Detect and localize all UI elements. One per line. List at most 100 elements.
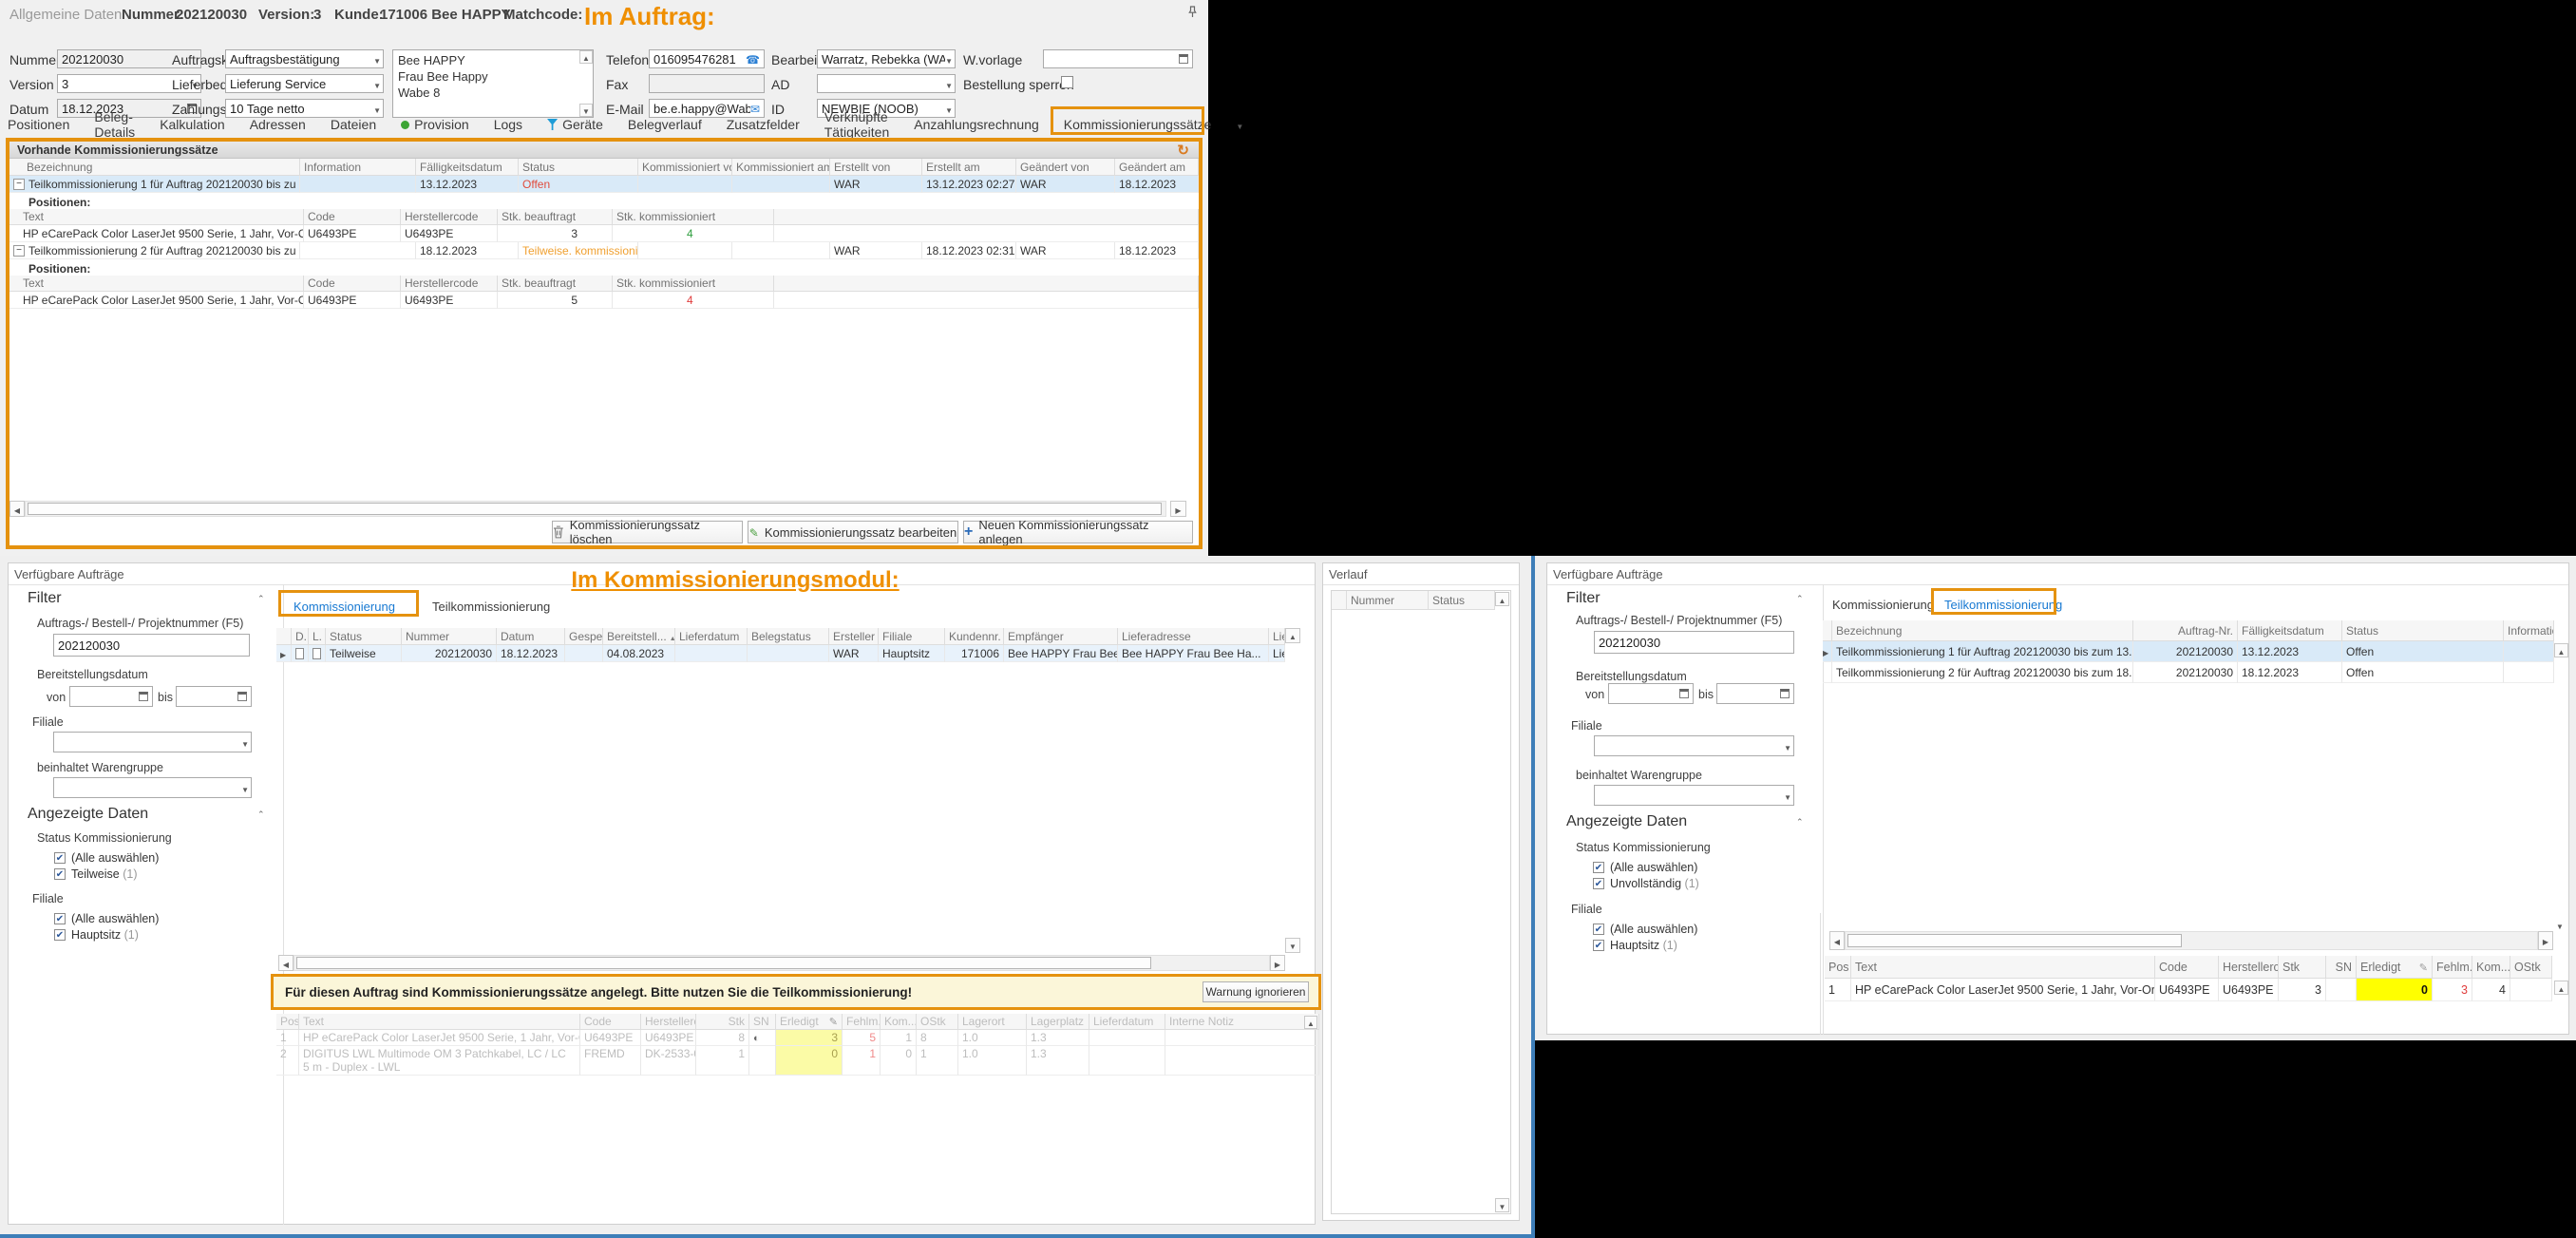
refresh-icon[interactable] [1177, 142, 1189, 160]
col-fehlmenge[interactable]: Fehlm... [843, 1014, 881, 1030]
warengruppe-filter-select[interactable] [1594, 785, 1794, 806]
edit-kommissionierungssatz-button[interactable]: Kommissionierungssatz bearbeiten [748, 521, 958, 543]
col-herstellercode[interactable]: Herstellercode [401, 209, 498, 225]
date-from-input[interactable] [1608, 683, 1694, 704]
col-erstellt-von[interactable]: Erstellt von [830, 159, 922, 176]
col-gesperrt[interactable]: Gespe... [565, 628, 603, 645]
tab-kalkulation[interactable]: Kalkulation [160, 117, 225, 132]
tab-beleg-details[interactable]: Beleg-Details [94, 109, 135, 140]
filiale-alle-checkbox[interactable] [54, 913, 66, 924]
lieferbed-select[interactable]: Lieferung Service [225, 74, 384, 93]
tab-belegverlauf[interactable]: Belegverlauf [628, 117, 702, 132]
col-belegstatus[interactable]: Belegstatus [748, 628, 829, 645]
col-erledigt[interactable]: Erledigt [776, 1014, 843, 1030]
telefon-input[interactable] [649, 49, 765, 68]
col-kommissioniert[interactable]: Kom... [2472, 956, 2510, 979]
table-row-teilkommissionierung-2[interactable]: Teilkommissionierung 2 für Auftrag 20212… [1823, 662, 2554, 683]
col-datum[interactable]: Datum [497, 628, 565, 645]
collapse-icon[interactable] [13, 245, 25, 257]
tab-zusatzfelder[interactable]: Zusatzfelder [727, 117, 800, 132]
col-herstellercode[interactable]: Herstellerc... [641, 1014, 696, 1030]
bestellung-sperren-checkbox[interactable] [1061, 76, 1073, 88]
collapse-chevron-icon[interactable]: ⌃ [1796, 817, 1804, 828]
col-bezeichnung[interactable]: Bezeichnung [1832, 620, 2133, 641]
col-stk-beauftragt[interactable]: Stk. beauftragt [498, 209, 613, 225]
col-kommissioniert-von[interactable]: Kommissioniert von [638, 159, 732, 176]
col-sn[interactable]: SN [749, 1014, 776, 1030]
col-nummer[interactable]: Nummer [402, 628, 497, 645]
col-geaendert-von[interactable]: Geändert von [1016, 159, 1115, 176]
table-row-position-1[interactable]: 1 HP eCarePack Color LaserJet 9500 Serie… [276, 1030, 1319, 1046]
column-filter-icon[interactable] [2556, 917, 2564, 934]
col-pos[interactable]: Pos [276, 1014, 299, 1030]
col-status[interactable]: Status [326, 628, 402, 645]
date-to-input[interactable] [1716, 683, 1794, 704]
filiale-hauptsitz-checkbox[interactable] [54, 929, 66, 941]
filiale-alle-checkbox[interactable] [1593, 924, 1604, 935]
col-stk-beauftragt[interactable]: Stk. beauftragt [498, 276, 613, 292]
col-geaendert-am[interactable]: Geändert am [1115, 159, 1199, 176]
col-interne-notiz[interactable]: Interne Notiz [1165, 1014, 1319, 1030]
hscroll-thumb[interactable] [296, 957, 1151, 969]
customer-address-box[interactable]: Bee HAPPY Frau Bee Happy Wabe 8 [392, 49, 594, 118]
hscroll-left[interactable] [9, 501, 25, 517]
col-nummer[interactable]: Nummer [1347, 591, 1429, 610]
hscrollbar[interactable] [294, 955, 1270, 971]
hscroll-right[interactable] [1170, 501, 1186, 517]
col-lieferbedingung[interactable]: Lieferb [1269, 628, 1285, 645]
table-row-set-2[interactable]: Teilkommissionierung 2 für Auftrag 20212… [9, 242, 1199, 259]
col-bezeichnung[interactable]: Bezeichnung [9, 159, 300, 176]
col-l[interactable]: L. [309, 628, 326, 645]
verlauf-scroll-up[interactable] [1495, 592, 1509, 606]
tab-kommissionierung[interactable]: Kommissionierung [1832, 598, 1934, 612]
collapse-chevron-icon[interactable]: ⌃ [257, 809, 265, 820]
col-stk-kommissioniert[interactable]: Stk. kommissioniert [613, 209, 774, 225]
col-stk[interactable]: Stk [2279, 956, 2326, 979]
tab-kommissionierungssaetze[interactable]: Kommissionierungssätze [1064, 117, 1212, 132]
col-code[interactable]: Code [304, 209, 401, 225]
verlauf-scroll-down[interactable] [1495, 1198, 1509, 1212]
status-alle-checkbox[interactable] [1593, 862, 1604, 873]
hscroll-thumb[interactable] [1847, 934, 2182, 947]
positions-scroll-up[interactable] [2554, 981, 2568, 995]
tab-anzahlungsrechnung[interactable]: Anzahlungsrechnung [914, 117, 1039, 132]
collapse-chevron-icon[interactable]: ⌃ [1796, 594, 1804, 604]
positions-scroll-up[interactable] [1304, 1016, 1317, 1029]
col-lagerplatz[interactable]: Lagerplatz [1027, 1014, 1089, 1030]
col-kommissioniert-am[interactable]: Kommissioniert am [732, 159, 830, 176]
wvorlage-input[interactable] [1043, 49, 1193, 68]
col-stk-kommissioniert[interactable]: Stk. kommissioniert [613, 276, 774, 292]
warengruppe-filter-select[interactable] [53, 777, 252, 798]
col-lagerort[interactable]: Lagerort [958, 1014, 1027, 1030]
filiale-filter-select[interactable] [53, 732, 252, 752]
collapse-icon[interactable] [13, 179, 25, 190]
col-stk[interactable]: Stk [696, 1014, 749, 1030]
col-erstellt-am[interactable]: Erstellt am [922, 159, 1016, 176]
vscroll-down[interactable] [1285, 938, 1300, 953]
col-erledigt[interactable]: Erledigt [2357, 956, 2433, 979]
pin-icon[interactable] [1187, 6, 1198, 23]
col-kommissioniert[interactable]: Kom... [881, 1014, 917, 1030]
table-row-position[interactable]: HP eCarePack Color LaserJet 9500 Serie, … [9, 292, 1199, 309]
tab-teilkommissionierung[interactable]: Teilkommissionierung [1944, 598, 2062, 612]
filiale-hauptsitz-checkbox[interactable] [1593, 940, 1604, 951]
tab-positionen[interactable]: Positionen [8, 117, 69, 132]
bearbeiter-select[interactable]: Warratz, Rebekka (WAR) [817, 49, 956, 68]
hscroll-right[interactable] [1270, 955, 1285, 971]
ordernumber-filter-input[interactable] [53, 634, 250, 657]
col-auftrag-nr[interactable]: Auftrag-Nr. [2133, 620, 2238, 641]
col-kundennr[interactable]: Kundennr. [945, 628, 1004, 645]
tab-provision[interactable]: Provision [401, 117, 469, 132]
status-alle-checkbox[interactable] [54, 852, 66, 864]
hscroll-right[interactable] [2538, 931, 2553, 950]
col-status[interactable]: Status [1429, 591, 1495, 610]
tab-kommissionierung[interactable]: Kommissionierung [294, 600, 395, 614]
tab-adressen[interactable]: Adressen [250, 117, 306, 132]
table-row-position[interactable]: HP eCarePack Color LaserJet 9500 Serie, … [9, 225, 1199, 242]
tab-logs[interactable]: Logs [494, 117, 522, 132]
col-d[interactable]: D. [292, 628, 309, 645]
hscrollbar[interactable] [1845, 931, 2538, 950]
col-text[interactable]: Text [299, 1014, 580, 1030]
col-bereitstellung[interactable]: Bereitstell... [603, 628, 675, 645]
col-ostk[interactable]: OStk [917, 1014, 958, 1030]
